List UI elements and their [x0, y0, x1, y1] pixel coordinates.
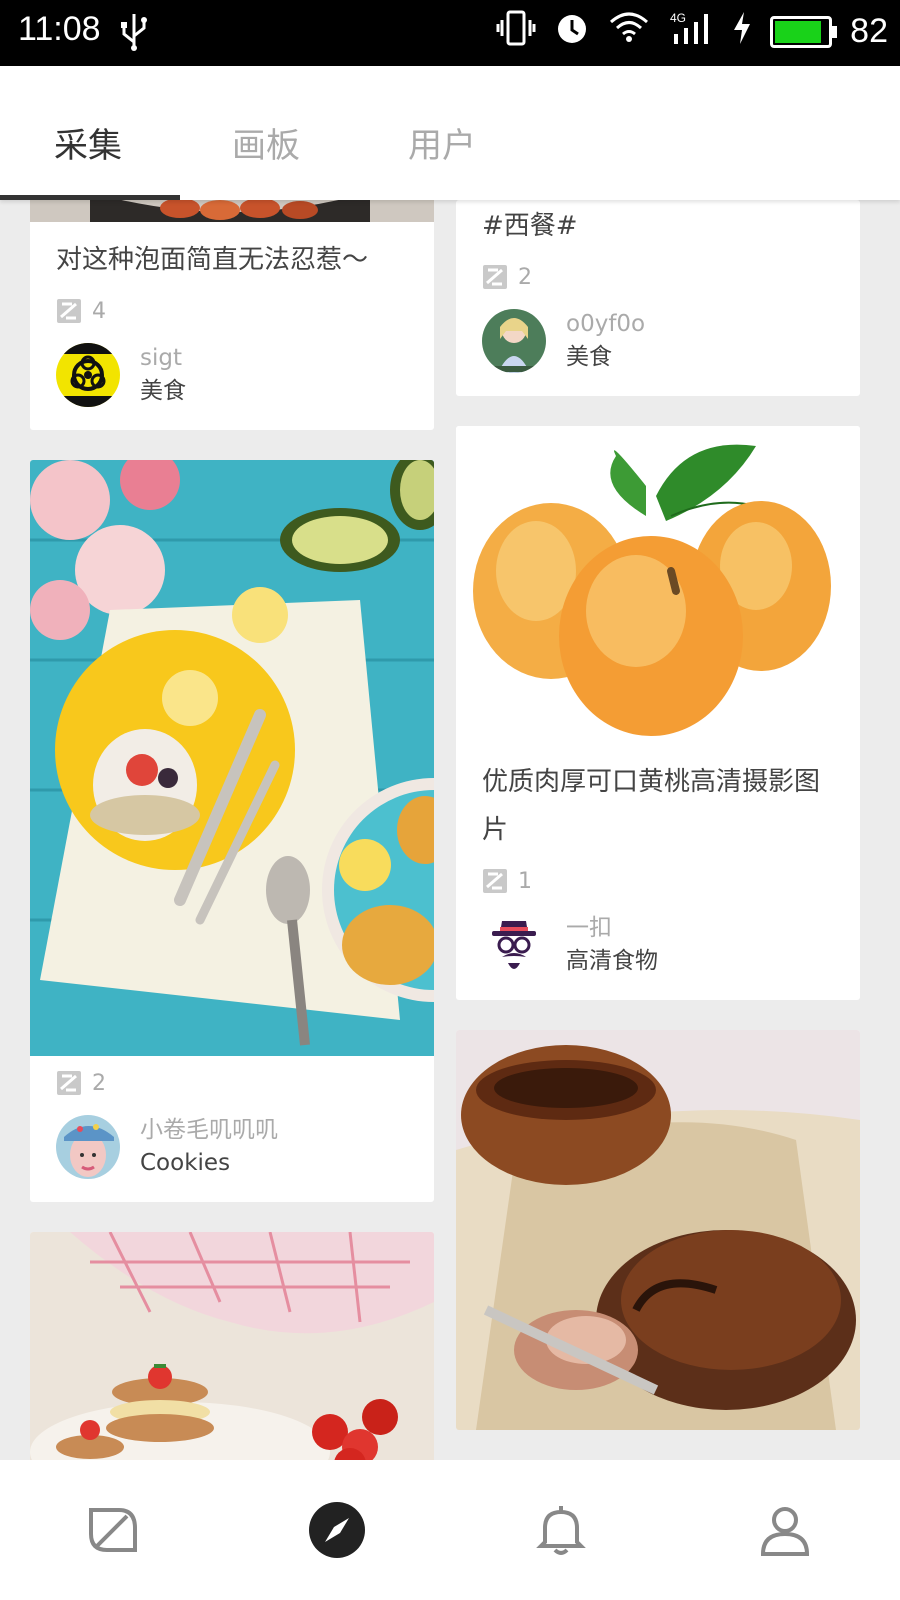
- repin-count: 4: [30, 284, 434, 324]
- vibrate-icon: [496, 10, 536, 53]
- repin-count: 2: [456, 250, 860, 290]
- pin-image[interactable]: [456, 1030, 860, 1430]
- wifi-icon: [608, 10, 650, 53]
- repin-count-value: 1: [518, 868, 532, 894]
- avatar[interactable]: [482, 913, 546, 977]
- pin-image[interactable]: [30, 460, 434, 1056]
- board-name: 美食: [566, 344, 612, 370]
- leaf-icon[interactable]: [78, 1495, 148, 1565]
- pin-feed[interactable]: 对这种泡面简直无法忍惹～ 4 sigt 美食 2 小卷毛叽叽叽 Cookies …: [0, 200, 900, 1460]
- pin-user[interactable]: sigt 美食: [30, 324, 434, 430]
- pin-description: #西餐#: [482, 211, 578, 241]
- board-name: 高清食物: [566, 948, 658, 974]
- pin-card[interactable]: 对这种泡面简直无法忍惹～ 4 sigt 美食: [30, 200, 434, 430]
- compass-icon[interactable]: [302, 1495, 372, 1565]
- usb-icon: [120, 12, 148, 60]
- charging-icon: [732, 10, 752, 53]
- board-name: 美食: [140, 378, 186, 404]
- battery-icon: [770, 15, 838, 48]
- pin-user[interactable]: 一扣 高清食物: [456, 894, 860, 1000]
- tab-indicator: [0, 195, 180, 200]
- feed-column-left: 对这种泡面简直无法忍惹～ 4 sigt 美食 2 小卷毛叽叽叽 Cookies: [30, 200, 434, 1460]
- status-time: 11:08: [18, 10, 101, 48]
- repin-count-value: 2: [518, 264, 532, 290]
- svg-text:4G: 4G: [670, 11, 686, 25]
- board-name: Cookies: [140, 1150, 231, 1176]
- signal-4g-icon: 4G: [668, 10, 714, 53]
- bell-icon[interactable]: [526, 1495, 596, 1565]
- pin-card[interactable]: [30, 1232, 434, 1460]
- repin-icon: [482, 264, 508, 290]
- username: o0yf0o: [566, 311, 646, 337]
- feed-column-right: #西餐# 2 o0yf0o 美食 优质肉厚可口黄桃高清摄影图片 1 一扣 高清食…: [456, 200, 860, 1460]
- username: 一扣: [566, 915, 612, 941]
- username: 小卷毛叽叽叽: [140, 1117, 278, 1143]
- pin-image[interactable]: [456, 426, 860, 744]
- pin-description: 优质肉厚可口黄桃高清摄影图片: [482, 767, 821, 845]
- pin-image[interactable]: [30, 200, 434, 222]
- repin-icon: [56, 1070, 82, 1096]
- profile-icon[interactable]: [750, 1495, 820, 1565]
- pin-user[interactable]: o0yf0o 美食: [456, 290, 860, 396]
- pin-user[interactable]: 小卷毛叽叽叽 Cookies: [30, 1096, 434, 1202]
- tab-users[interactable]: 用户: [408, 118, 476, 167]
- repin-icon: [56, 298, 82, 324]
- avatar[interactable]: [56, 1115, 120, 1179]
- pin-description: 对这种泡面简直无法忍惹～: [56, 245, 369, 275]
- status-bar: 11:08 4G 82: [0, 0, 900, 66]
- pin-card[interactable]: 优质肉厚可口黄桃高清摄影图片 1 一扣 高清食物: [456, 426, 860, 1000]
- repin-count-value: 4: [92, 298, 106, 324]
- repin-count-value: 2: [92, 1070, 106, 1096]
- pin-card[interactable]: [456, 1030, 860, 1430]
- tab-bar: 采集 画板 用户: [0, 66, 900, 200]
- repin-icon: [482, 868, 508, 894]
- avatar[interactable]: [482, 309, 546, 373]
- pin-card[interactable]: 2 小卷毛叽叽叽 Cookies: [30, 460, 434, 1202]
- alarm-icon: [554, 10, 590, 53]
- pin-card[interactable]: #西餐# 2 o0yf0o 美食: [456, 200, 860, 396]
- username: sigt: [140, 345, 182, 371]
- battery-percent: 82: [850, 12, 888, 50]
- repin-count: 1: [456, 854, 860, 894]
- bottom-nav: [0, 1460, 900, 1600]
- tab-collect[interactable]: 采集: [54, 118, 122, 167]
- pin-image[interactable]: [30, 1232, 434, 1460]
- avatar[interactable]: [56, 343, 120, 407]
- tab-boards[interactable]: 画板: [232, 118, 300, 167]
- repin-count: 2: [30, 1056, 434, 1096]
